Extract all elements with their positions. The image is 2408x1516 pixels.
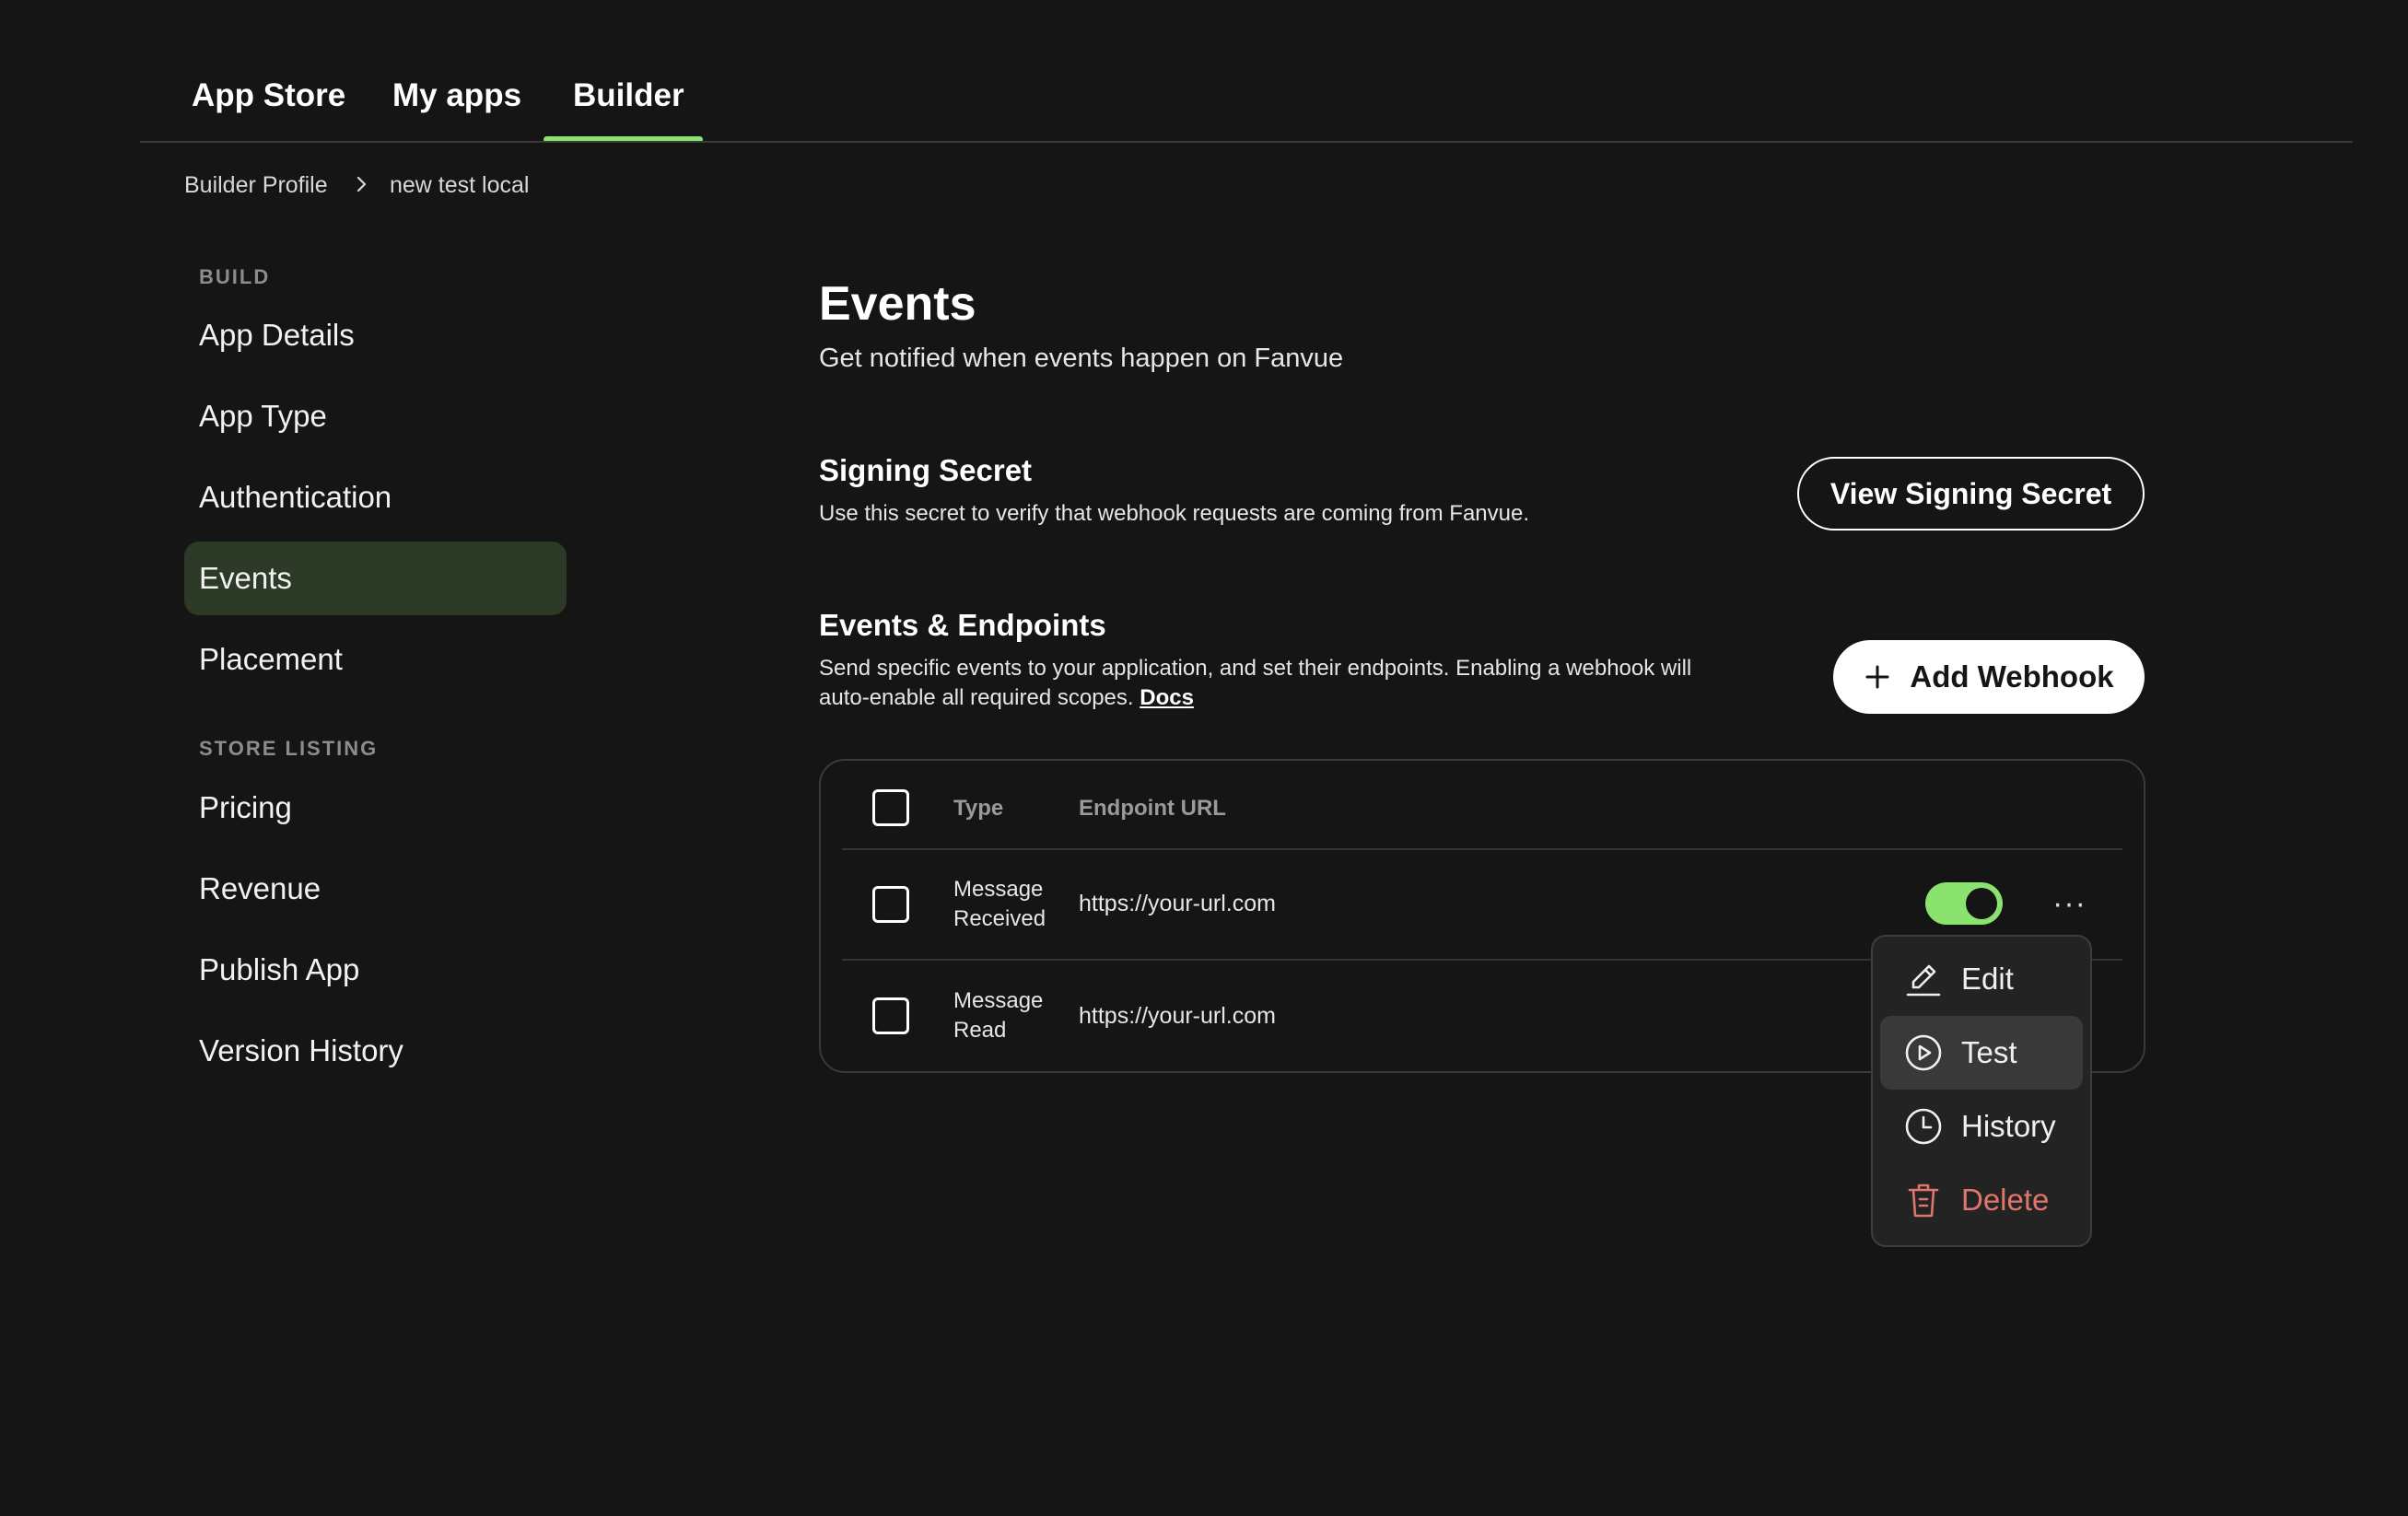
column-header-endpoint-url: Endpoint URL — [1079, 796, 1226, 821]
sidebar-item-label: Version History — [199, 1033, 403, 1067]
breadcrumb-current: new test local — [390, 172, 530, 198]
tab-builder[interactable]: Builder — [573, 77, 684, 114]
row-type: Message Read — [953, 986, 1043, 1045]
table-divider — [842, 848, 2122, 850]
signing-secret-title: Signing Secret — [819, 453, 1033, 487]
row-endpoint-url: https://your-url.com — [1079, 1003, 1276, 1029]
description-line: Send specific events to your application… — [819, 656, 1692, 681]
add-webhook-button[interactable]: Add Webhook — [1833, 640, 2145, 714]
sidebar-item-app-type[interactable]: App Type — [184, 379, 567, 453]
events-endpoints-description: Send specific events to your application… — [819, 654, 1691, 713]
column-header-type: Type — [953, 796, 1004, 821]
menu-item-label: Delete — [1961, 1183, 2050, 1217]
tab-app-store[interactable]: App Store — [192, 77, 345, 114]
chevron-right-icon — [357, 176, 367, 192]
events-endpoints-title: Events & Endpoints — [819, 608, 1106, 642]
sidebar-item-app-details[interactable]: App Details — [184, 298, 567, 372]
sidebar-item-label: Publish App — [199, 952, 360, 986]
row-type-line: Message — [953, 988, 1044, 1013]
toggle-knob — [1966, 888, 1997, 919]
tab-my-apps[interactable]: My apps — [392, 77, 521, 114]
sidebar-item-events[interactable]: Events — [184, 542, 567, 615]
sidebar-item-label: Events — [199, 561, 292, 595]
play-circle-icon — [1905, 1034, 1942, 1071]
menu-item-edit[interactable]: Edit — [1880, 942, 2083, 1016]
page-subtitle: Get notified when events happen on Fanvu… — [819, 344, 1344, 373]
menu-item-history[interactable]: History — [1880, 1090, 2083, 1163]
tabs-divider — [140, 141, 2353, 143]
row-type-line: Received — [953, 906, 1046, 931]
breadcrumb-parent[interactable]: Builder Profile — [184, 172, 328, 199]
clock-icon — [1905, 1108, 1942, 1145]
menu-item-label: Test — [1961, 1035, 2017, 1069]
row-checkbox[interactable] — [872, 886, 909, 923]
plus-icon — [1865, 665, 1889, 689]
trash-icon — [1908, 1184, 1939, 1218]
sidebar-item-label: App Type — [199, 399, 327, 433]
add-webhook-label: Add Webhook — [1910, 659, 2114, 694]
view-signing-secret-button[interactable]: View Signing Secret — [1797, 457, 2145, 531]
menu-item-test[interactable]: Test — [1880, 1016, 2083, 1090]
select-all-checkbox[interactable] — [872, 789, 909, 826]
sidebar-section-store-listing: STORE LISTING — [199, 737, 379, 760]
row-type-line: Message — [953, 877, 1044, 902]
sidebar-item-label: Pricing — [199, 790, 292, 824]
sidebar-item-pricing[interactable]: Pricing — [184, 771, 567, 845]
row-type-line: Read — [953, 1018, 1007, 1043]
page-title: Events — [819, 277, 976, 331]
row-checkbox[interactable] — [872, 997, 909, 1034]
row-type: Message Received — [953, 875, 1046, 934]
description-text: auto-enable all required scopes. — [819, 685, 1134, 710]
sidebar-item-version-history[interactable]: Version History — [184, 1014, 567, 1088]
sidebar-item-placement[interactable]: Placement — [184, 623, 567, 696]
menu-item-delete[interactable]: Delete — [1880, 1163, 2083, 1237]
sidebar-item-authentication[interactable]: Authentication — [184, 461, 567, 534]
menu-item-label: Edit — [1961, 962, 2014, 996]
sidebar-item-revenue[interactable]: Revenue — [184, 852, 567, 926]
row-endpoint-url: https://your-url.com — [1079, 891, 1276, 916]
description-line: auto-enable all required scopes. Docs — [819, 683, 1691, 713]
menu-item-label: History — [1961, 1109, 2056, 1143]
pencil-icon — [1906, 964, 1941, 997]
sidebar-section-build: BUILD — [199, 265, 271, 288]
signing-secret-description: Use this secret to verify that webhook r… — [819, 501, 1530, 526]
more-actions-icon[interactable]: ··· — [2052, 886, 2087, 922]
sidebar-item-label: Placement — [199, 642, 343, 676]
sidebar-item-label: Revenue — [199, 871, 321, 905]
sidebar-item-label: App Details — [199, 318, 355, 352]
docs-link[interactable]: Docs — [1140, 685, 1194, 710]
webhook-enabled-toggle[interactable] — [1925, 882, 2003, 925]
sidebar-item-label: Authentication — [199, 480, 392, 514]
sidebar-item-publish-app[interactable]: Publish App — [184, 933, 567, 1007]
